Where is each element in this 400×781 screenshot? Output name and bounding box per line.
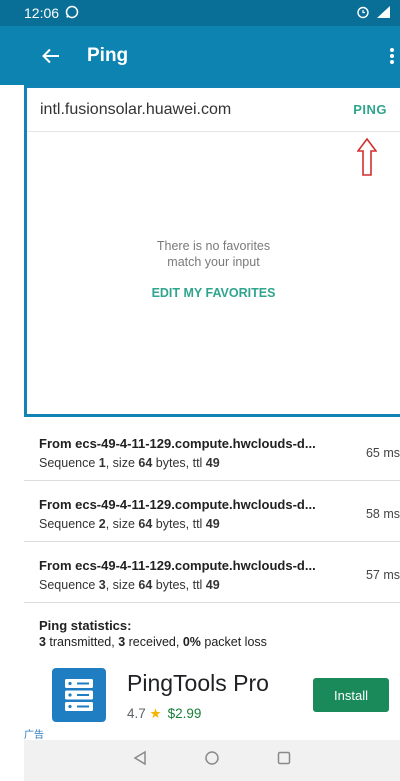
edit-favorites-button[interactable]: EDIT MY FAVORITES	[27, 286, 400, 300]
server-app-icon[interactable]	[52, 668, 106, 722]
result-row[interactable]: From ecs-49-4-11-129.compute.hwclouds-d.…	[24, 542, 400, 603]
app-bar: Ping	[0, 26, 400, 85]
empty-message-line1: There is no favorites	[156, 239, 271, 253]
whatsapp-icon	[65, 5, 79, 22]
host-input-row: PING	[27, 88, 400, 132]
result-time: 65 ms	[365, 446, 400, 460]
star-icon: ★	[149, 706, 162, 721]
ad-price: $2.99	[167, 706, 202, 721]
host-input[interactable]	[40, 100, 310, 119]
ping-statistics: Ping statistics: 3 transmitted, 3 receiv…	[39, 618, 399, 654]
nav-recents-icon[interactable]	[276, 750, 292, 771]
result-time: 57 ms	[365, 568, 400, 582]
result-row[interactable]: From ecs-49-4-11-129.compute.hwclouds-d.…	[24, 420, 400, 481]
result-details: Sequence 2, size 64 bytes, ttl 49	[39, 517, 220, 531]
status-time: 12:06	[24, 5, 60, 21]
ad-app-name[interactable]: PingTools Pro	[127, 670, 269, 697]
statistics-summary: 3 transmitted, 3 received, 0% packet los…	[39, 635, 267, 649]
ping-button[interactable]: PING	[353, 102, 387, 117]
result-details: Sequence 1, size 64 bytes, ttl 49	[39, 456, 220, 470]
ad-banner[interactable]: PingTools Pro 4.7 ★ $2.99 Install 广告	[24, 654, 400, 741]
result-time: 58 ms	[365, 507, 400, 521]
result-from: From ecs-49-4-11-129.compute.hwclouds-d.…	[39, 497, 316, 512]
left-margin	[0, 0, 24, 781]
empty-favorites-message: There is no favorites match your input	[27, 238, 400, 270]
system-nav-bar	[24, 740, 400, 781]
ad-label: 广告	[24, 730, 44, 741]
annotation-arrow-up-icon	[356, 137, 378, 181]
back-arrow-icon[interactable]	[36, 41, 66, 71]
more-options-icon[interactable]	[384, 41, 400, 71]
alarm-icon	[356, 5, 370, 22]
result-details: Sequence 3, size 64 bytes, ttl 49	[39, 578, 220, 592]
status-bar: 12:06	[0, 0, 400, 26]
nav-back-icon[interactable]	[132, 750, 148, 771]
nav-home-icon[interactable]	[204, 750, 220, 771]
result-from: From ecs-49-4-11-129.compute.hwclouds-d.…	[39, 558, 316, 573]
install-button[interactable]: Install	[313, 678, 389, 712]
ping-results-list: From ecs-49-4-11-129.compute.hwclouds-d.…	[24, 420, 400, 603]
page-title: Ping	[87, 44, 129, 66]
statistics-heading: Ping statistics:	[39, 618, 132, 633]
result-row[interactable]: From ecs-49-4-11-129.compute.hwclouds-d.…	[24, 481, 400, 542]
result-from: From ecs-49-4-11-129.compute.hwclouds-d.…	[39, 436, 316, 451]
favorites-panel: PING There is no favorites match your in…	[24, 85, 400, 417]
ad-rating: 4.7 ★ $2.99	[127, 706, 202, 721]
empty-message-line2: match your input	[167, 255, 260, 269]
signal-icon	[376, 5, 392, 22]
